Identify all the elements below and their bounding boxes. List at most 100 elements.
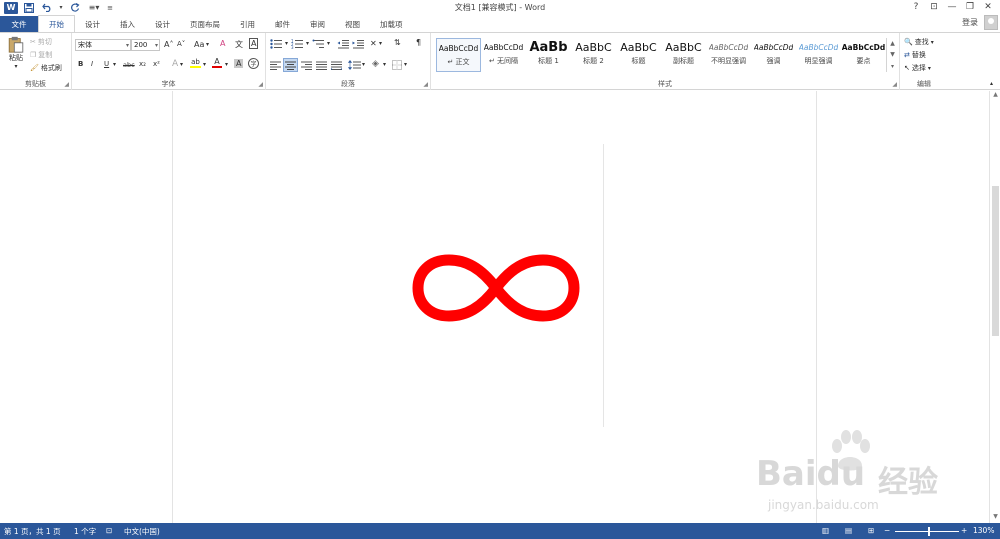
increase-indent-icon[interactable] xyxy=(352,39,364,49)
scroll-down-icon[interactable]: ▼ xyxy=(991,513,1000,523)
restore-button[interactable]: ❐ xyxy=(961,1,979,13)
align-center-button[interactable] xyxy=(283,58,298,72)
page-count[interactable]: 第 1 页，共 1 页 xyxy=(4,526,61,537)
zoom-slider-track[interactable] xyxy=(895,531,959,532)
enclose-characters-button[interactable]: 字 xyxy=(248,58,259,69)
multilevel-list-icon[interactable] xyxy=(312,39,326,49)
collapse-ribbon-icon[interactable]: ▴ xyxy=(990,80,993,87)
tab-home[interactable]: 开始 xyxy=(38,15,75,32)
font-size-select[interactable]: 200 ▾ xyxy=(131,39,160,51)
page[interactable] xyxy=(172,91,817,523)
style-no-spacing[interactable]: AaBbCcDd ↵ 无间隔 xyxy=(481,38,526,72)
ribbon-display-options-button[interactable]: ⊡ xyxy=(925,1,943,13)
change-case-button[interactable]: Aa xyxy=(194,40,204,49)
style-title[interactable]: AaBbC 标题 xyxy=(616,38,661,72)
style-heading-2[interactable]: AaBbC 标题 2 xyxy=(571,38,616,72)
find-button[interactable]: 🔍 查找 ▾ xyxy=(904,37,934,47)
replace-button[interactable]: ⇄ 替换 xyxy=(904,50,926,60)
style-intense-emphasis[interactable]: AaBbCcDd 明显强调 xyxy=(796,38,841,72)
tab-addins[interactable]: 加载项 xyxy=(370,16,413,32)
paste-button[interactable]: 粘贴 ▾ xyxy=(4,36,28,70)
tab-design[interactable]: 设计 xyxy=(75,16,110,32)
help-button[interactable]: ? xyxy=(907,1,925,13)
clipboard-launcher-icon[interactable]: ◢ xyxy=(64,81,69,88)
tab-mailings[interactable]: 邮件 xyxy=(265,16,300,32)
language-indicator[interactable]: 中文(中国) xyxy=(124,526,160,537)
zoom-out-icon[interactable]: − xyxy=(884,526,890,535)
justify-icon[interactable] xyxy=(316,61,327,70)
chevron-down-icon[interactable]: ▾ xyxy=(327,40,330,47)
style-heading-1[interactable]: AaBb 标题 1 xyxy=(526,38,571,72)
tab-references[interactable]: 引用 xyxy=(230,16,265,32)
tab-review[interactable]: 审阅 xyxy=(300,16,335,32)
proofing-icon[interactable]: ⊡ xyxy=(106,526,112,535)
asian-layout-icon[interactable]: ✕ xyxy=(370,39,377,48)
character-shading-button[interactable]: A xyxy=(234,59,244,68)
chevron-down-icon[interactable]: ▾ xyxy=(379,40,382,47)
read-mode-icon[interactable]: ▥ xyxy=(822,526,829,535)
font-launcher-icon[interactable]: ◢ xyxy=(258,81,263,88)
tab-page-layout[interactable]: 页面布局 xyxy=(180,16,230,32)
shrink-font-button[interactable]: A˅ xyxy=(177,40,185,48)
numbering-icon[interactable]: 123 xyxy=(291,39,305,49)
sign-in-link[interactable]: 登录 xyxy=(962,17,978,28)
format-painter-button[interactable]: 🖌 格式刷 xyxy=(30,63,62,73)
superscript-button[interactable]: x² xyxy=(153,60,160,68)
minimize-button[interactable]: — xyxy=(943,1,961,13)
style-normal[interactable]: AaBbCcDd ↵ 正文 xyxy=(436,38,481,72)
styles-launcher-icon[interactable]: ◢ xyxy=(892,81,897,88)
borders-icon[interactable] xyxy=(392,60,402,70)
chevron-down-icon[interactable]: ▾ xyxy=(404,61,407,68)
font-name-select[interactable]: 宋体 ▾ xyxy=(75,39,131,51)
text-effects-button[interactable]: A xyxy=(172,59,178,69)
chevron-down-icon[interactable]: ▾ xyxy=(180,61,183,68)
scroll-up-icon[interactable]: ▲ xyxy=(991,91,1000,101)
italic-button[interactable]: I xyxy=(91,60,93,68)
clear-formatting-button[interactable]: A xyxy=(220,39,225,48)
more-styles-icon[interactable]: ▾ xyxy=(891,63,894,70)
tab-insert[interactable]: 插入 xyxy=(110,16,145,32)
align-left-icon[interactable] xyxy=(270,61,281,70)
line-spacing-icon[interactable] xyxy=(348,60,361,70)
strikethrough-button[interactable]: abc xyxy=(123,61,135,69)
style-strong[interactable]: AaBbCcDd 要点 xyxy=(841,38,886,72)
chevron-down-icon[interactable]: ▼ xyxy=(890,51,895,58)
chevron-down-icon[interactable]: ▾ xyxy=(225,61,228,68)
font-color-button[interactable]: A xyxy=(212,58,222,68)
select-button[interactable]: ↖ 选择 ▾ xyxy=(904,63,931,73)
style-subtle-emphasis[interactable]: AaBbCcDd 不明显强调 xyxy=(706,38,751,72)
web-layout-icon[interactable]: ⊞ xyxy=(868,526,874,535)
scrollbar-thumb[interactable] xyxy=(992,186,999,336)
shading-icon[interactable]: ◈ xyxy=(372,59,379,69)
chevron-up-icon[interactable]: ▲ xyxy=(890,40,895,47)
subscript-button[interactable]: x₂ xyxy=(139,60,146,68)
chevron-down-icon[interactable]: ▾ xyxy=(285,40,288,47)
zoom-slider-thumb[interactable] xyxy=(928,527,930,536)
phonetic-guide-button[interactable]: 文 xyxy=(235,39,243,50)
close-button[interactable]: ✕ xyxy=(979,1,997,13)
distributed-icon[interactable] xyxy=(331,61,342,70)
infinity-symbol[interactable] xyxy=(411,253,581,323)
highlight-button[interactable]: ab xyxy=(190,58,201,68)
cut-button[interactable]: ✂ 剪切 xyxy=(30,37,52,47)
show-marks-icon[interactable]: ¶ xyxy=(416,38,421,47)
chevron-down-icon[interactable]: ▾ xyxy=(206,41,209,48)
chevron-down-icon[interactable]: ▾ xyxy=(383,61,386,68)
avatar[interactable] xyxy=(984,15,998,30)
style-emphasis[interactable]: AaBbCcDd 强调 xyxy=(751,38,796,72)
chevron-down-icon[interactable]: ▾ xyxy=(306,40,309,47)
tab-design-2[interactable]: 设计 xyxy=(145,16,180,32)
copy-button[interactable]: ❐ 复制 xyxy=(30,50,52,60)
print-layout-icon[interactable]: ▤ xyxy=(845,526,852,535)
grow-font-button[interactable]: A˄ xyxy=(164,40,173,49)
sort-icon[interactable]: ⇅ xyxy=(394,38,401,47)
bold-button[interactable]: B xyxy=(78,60,83,68)
chevron-down-icon[interactable]: ▾ xyxy=(203,61,206,68)
chevron-down-icon[interactable]: ▾ xyxy=(362,61,365,68)
tab-view[interactable]: 视图 xyxy=(335,16,370,32)
word-count[interactable]: 1 个字 xyxy=(74,526,96,537)
vertical-scrollbar[interactable]: ▲ ▼ xyxy=(989,91,1000,523)
bullets-icon[interactable] xyxy=(270,39,284,49)
chevron-down-icon[interactable]: ▾ xyxy=(113,61,116,68)
decrease-indent-icon[interactable] xyxy=(337,39,349,49)
